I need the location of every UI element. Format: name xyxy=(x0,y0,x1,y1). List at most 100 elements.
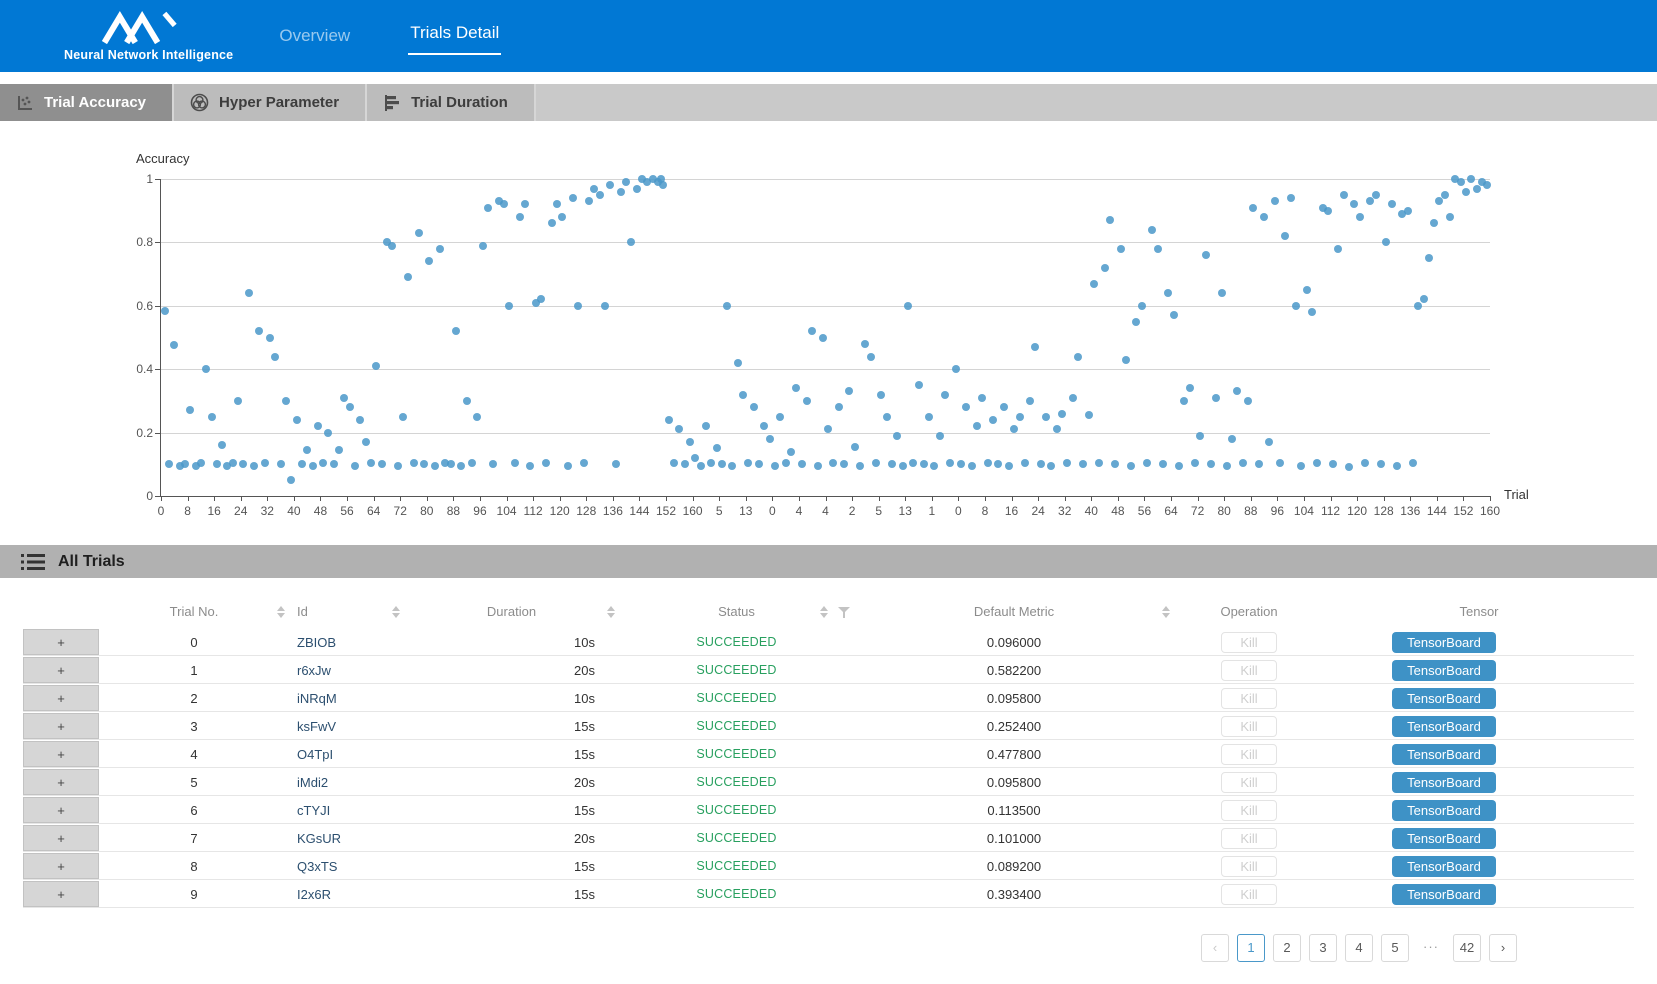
row-expander[interactable]: + xyxy=(23,657,99,683)
scatter-point xyxy=(755,460,763,468)
tab-trial-accuracy[interactable]: Trial Accuracy xyxy=(0,84,174,121)
column-header-status[interactable]: Status xyxy=(619,604,854,619)
tensorboard-button[interactable]: TensorBoard xyxy=(1392,632,1496,653)
tensorboard-button[interactable]: TensorBoard xyxy=(1392,660,1496,681)
x-tick-mark xyxy=(958,496,959,501)
tensorboard-button[interactable]: TensorBoard xyxy=(1392,744,1496,765)
column-label: Default Metric xyxy=(974,604,1054,619)
cell-operation: Kill xyxy=(1174,856,1324,877)
row-expander[interactable]: + xyxy=(23,741,99,767)
scatter-point xyxy=(771,462,779,470)
pagination-page-3[interactable]: 3 xyxy=(1309,934,1337,962)
tensorboard-button[interactable]: TensorBoard xyxy=(1392,688,1496,709)
tensorboard-button[interactable]: TensorBoard xyxy=(1392,716,1496,737)
pagination-page-2[interactable]: 2 xyxy=(1273,934,1301,962)
scatter-point xyxy=(1090,280,1098,288)
section-title: All Trials xyxy=(58,553,125,571)
kill-button[interactable]: Kill xyxy=(1221,884,1276,905)
kill-button[interactable]: Kill xyxy=(1221,716,1276,737)
nav-tab-trials-detail[interactable]: Trials Detail xyxy=(408,17,501,55)
scatter-point xyxy=(1191,459,1199,467)
scatter-point xyxy=(1340,191,1348,199)
scatter-point xyxy=(734,359,742,367)
x-tick-label: 80 xyxy=(1218,504,1231,518)
pagination-page-42[interactable]: 42 xyxy=(1453,934,1481,962)
kill-button[interactable]: Kill xyxy=(1221,856,1276,877)
column-header-trial-no-[interactable]: Trial No. xyxy=(99,604,289,619)
x-tick-mark xyxy=(932,496,933,501)
pagination-page-1[interactable]: 1 xyxy=(1237,934,1265,962)
column-header-duration[interactable]: Duration xyxy=(404,604,619,619)
pagination-prev[interactable]: ‹ xyxy=(1201,934,1229,962)
x-tick-label: 24 xyxy=(234,504,247,518)
scatter-point xyxy=(526,462,534,470)
filter-icon[interactable] xyxy=(838,607,850,618)
pagination-ellipsis[interactable]: ··· xyxy=(1417,934,1445,962)
pagination-page-5[interactable]: 5 xyxy=(1381,934,1409,962)
scatter-point xyxy=(686,438,694,446)
tensorboard-button[interactable]: TensorBoard xyxy=(1392,772,1496,793)
row-expander[interactable]: + xyxy=(23,881,99,907)
kill-button[interactable]: Kill xyxy=(1221,660,1276,681)
kill-button[interactable]: Kill xyxy=(1221,828,1276,849)
scatter-point xyxy=(489,460,497,468)
pagination-page-4[interactable]: 4 xyxy=(1345,934,1373,962)
row-expander[interactable]: + xyxy=(23,685,99,711)
x-tick-mark xyxy=(347,496,348,501)
scatter-point xyxy=(1026,397,1034,405)
cell-status: SUCCEEDED xyxy=(619,859,854,873)
header-icons xyxy=(392,606,400,618)
cell-tensor: TensorBoard xyxy=(1324,688,1634,709)
header-icons xyxy=(1162,606,1170,618)
cell-operation: Kill xyxy=(1174,884,1324,905)
tensorboard-button[interactable]: TensorBoard xyxy=(1392,884,1496,905)
row-expander[interactable]: + xyxy=(23,853,99,879)
y-axis-title: Accuracy xyxy=(136,151,189,166)
scatter-point xyxy=(511,459,519,467)
scatter-point xyxy=(1233,387,1241,395)
scatter-point xyxy=(1037,460,1045,468)
scatter-point xyxy=(181,460,189,468)
row-expander[interactable]: + xyxy=(23,769,99,795)
tab-label: Trial Accuracy xyxy=(44,94,146,111)
row-expander[interactable]: + xyxy=(23,713,99,739)
pagination-next[interactable]: › xyxy=(1489,934,1517,962)
row-expander[interactable]: + xyxy=(23,825,99,851)
x-tick-label: 136 xyxy=(1400,504,1420,518)
tensorboard-button[interactable]: TensorBoard xyxy=(1392,856,1496,877)
tab-hyper-parameter[interactable]: Hyper Parameter xyxy=(174,84,367,121)
kill-button[interactable]: Kill xyxy=(1221,800,1276,821)
x-tick-mark xyxy=(161,496,162,501)
sort-icon[interactable] xyxy=(607,606,615,618)
kill-button[interactable]: Kill xyxy=(1221,772,1276,793)
row-expander[interactable]: + xyxy=(23,629,99,655)
column-header-id[interactable]: Id xyxy=(289,604,404,619)
kill-button[interactable]: Kill xyxy=(1221,744,1276,765)
scatter-point xyxy=(165,460,173,468)
scatter-point xyxy=(234,397,242,405)
sort-icon[interactable] xyxy=(392,606,400,618)
cell-operation: Kill xyxy=(1174,632,1324,653)
nav-tab-overview[interactable]: Overview xyxy=(277,20,352,52)
tensorboard-button[interactable]: TensorBoard xyxy=(1392,828,1496,849)
x-tick-mark xyxy=(905,496,906,501)
x-tick-label: 1 xyxy=(928,504,935,518)
scatter-point xyxy=(484,204,492,212)
column-header-default-metric[interactable]: Default Metric xyxy=(854,604,1174,619)
row-expander[interactable]: + xyxy=(23,797,99,823)
tab-trial-duration[interactable]: Trial Duration xyxy=(367,84,536,121)
sort-icon[interactable] xyxy=(1162,606,1170,618)
tensorboard-button[interactable]: TensorBoard xyxy=(1392,800,1496,821)
cell-duration: 15s xyxy=(404,719,619,734)
scatter-point xyxy=(941,391,949,399)
kill-button[interactable]: Kill xyxy=(1221,688,1276,709)
y-tick-mark xyxy=(155,369,161,370)
scatter-point xyxy=(1361,459,1369,467)
sort-icon[interactable] xyxy=(277,606,285,618)
x-tick-mark xyxy=(639,496,640,501)
kill-button[interactable]: Kill xyxy=(1221,632,1276,653)
cell-operation: Kill xyxy=(1174,772,1324,793)
x-tick-mark xyxy=(400,496,401,501)
sort-icon[interactable] xyxy=(820,606,828,618)
cell-default-metric: 0.252400 xyxy=(854,719,1174,734)
